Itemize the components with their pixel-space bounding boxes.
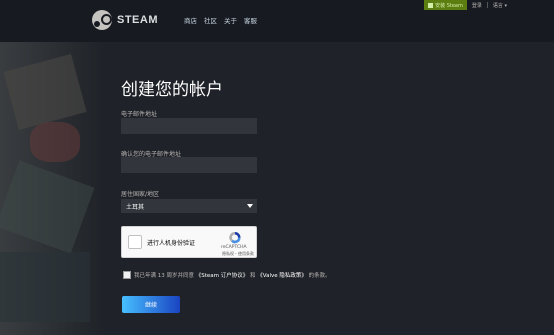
steam-logo-text: STEAM [117, 14, 158, 26]
agreement-row: 我已年满 13 周岁并同意 《Steam 订户协议》 和 《Valve 隐私政策… [123, 271, 331, 279]
email-field[interactable] [121, 118, 257, 134]
recaptcha-logo-icon [229, 231, 241, 244]
install-steam-button[interactable]: 安装 Steam [424, 0, 467, 10]
page-title: 创建您的帐户 [121, 80, 223, 100]
nav-community[interactable]: 社区 [204, 15, 217, 25]
nav-about[interactable]: 关于 [224, 15, 237, 25]
agreement-middle: 和 [250, 273, 256, 279]
language-label: 语言 [492, 2, 503, 9]
country-label: 居住国家/地区 [121, 191, 160, 198]
agreement-suffix: 的条款。 [308, 273, 331, 279]
background-artwork [0, 42, 105, 335]
privacy-policy-link[interactable]: 《Valve 隐私政策》 [257, 273, 307, 279]
recaptcha-widget: 进行人机身份验证 reCAPTCHA 隐私权 - 使用条款 [121, 226, 257, 258]
recaptcha-checkbox[interactable] [128, 235, 142, 249]
continue-button[interactable]: 继续 [122, 296, 180, 313]
top-right-actions: 安装 Steam 登录 语言 ▾ [424, 0, 507, 10]
agreement-text: 我已年满 13 周岁并同意 《Steam 订户协议》 和 《Valve 隐私政策… [134, 271, 331, 279]
chevron-down-icon [247, 204, 253, 208]
country-value: 土耳其 [126, 203, 145, 211]
recaptcha-text: 进行人机身份验证 [147, 240, 196, 247]
confirm-email-field[interactable] [121, 157, 257, 173]
country-select[interactable]: 土耳其 [121, 199, 257, 213]
nav-store[interactable]: 商店 [184, 15, 197, 25]
login-link[interactable]: 登录 [472, 2, 482, 9]
agreement-prefix: 我已年满 13 周岁并同意 [134, 273, 194, 279]
recaptcha-brand: reCAPTCHA [221, 245, 247, 250]
steam-logo[interactable]: STEAM [92, 10, 158, 30]
language-dropdown[interactable]: 语言 ▾ [493, 2, 507, 9]
continue-label: 继续 [144, 302, 157, 309]
main-nav: 商店 社区 关于 客服 [184, 15, 257, 25]
download-icon [428, 2, 434, 8]
header-divider [486, 2, 488, 8]
nav-support[interactable]: 客服 [244, 15, 257, 25]
agreement-checkbox[interactable] [123, 271, 131, 279]
recaptcha-links[interactable]: 隐私权 - 使用条款 [222, 251, 254, 257]
steam-logo-icon [92, 10, 112, 30]
email-label: 电子邮件地址 [121, 111, 158, 118]
ssa-link[interactable]: 《Steam 订户协议》 [196, 273, 249, 279]
global-header: STEAM 商店 社区 关于 客服 安装 Steam 登录 语言 ▾ [0, 0, 554, 42]
install-steam-label: 安装 Steam [435, 2, 463, 9]
